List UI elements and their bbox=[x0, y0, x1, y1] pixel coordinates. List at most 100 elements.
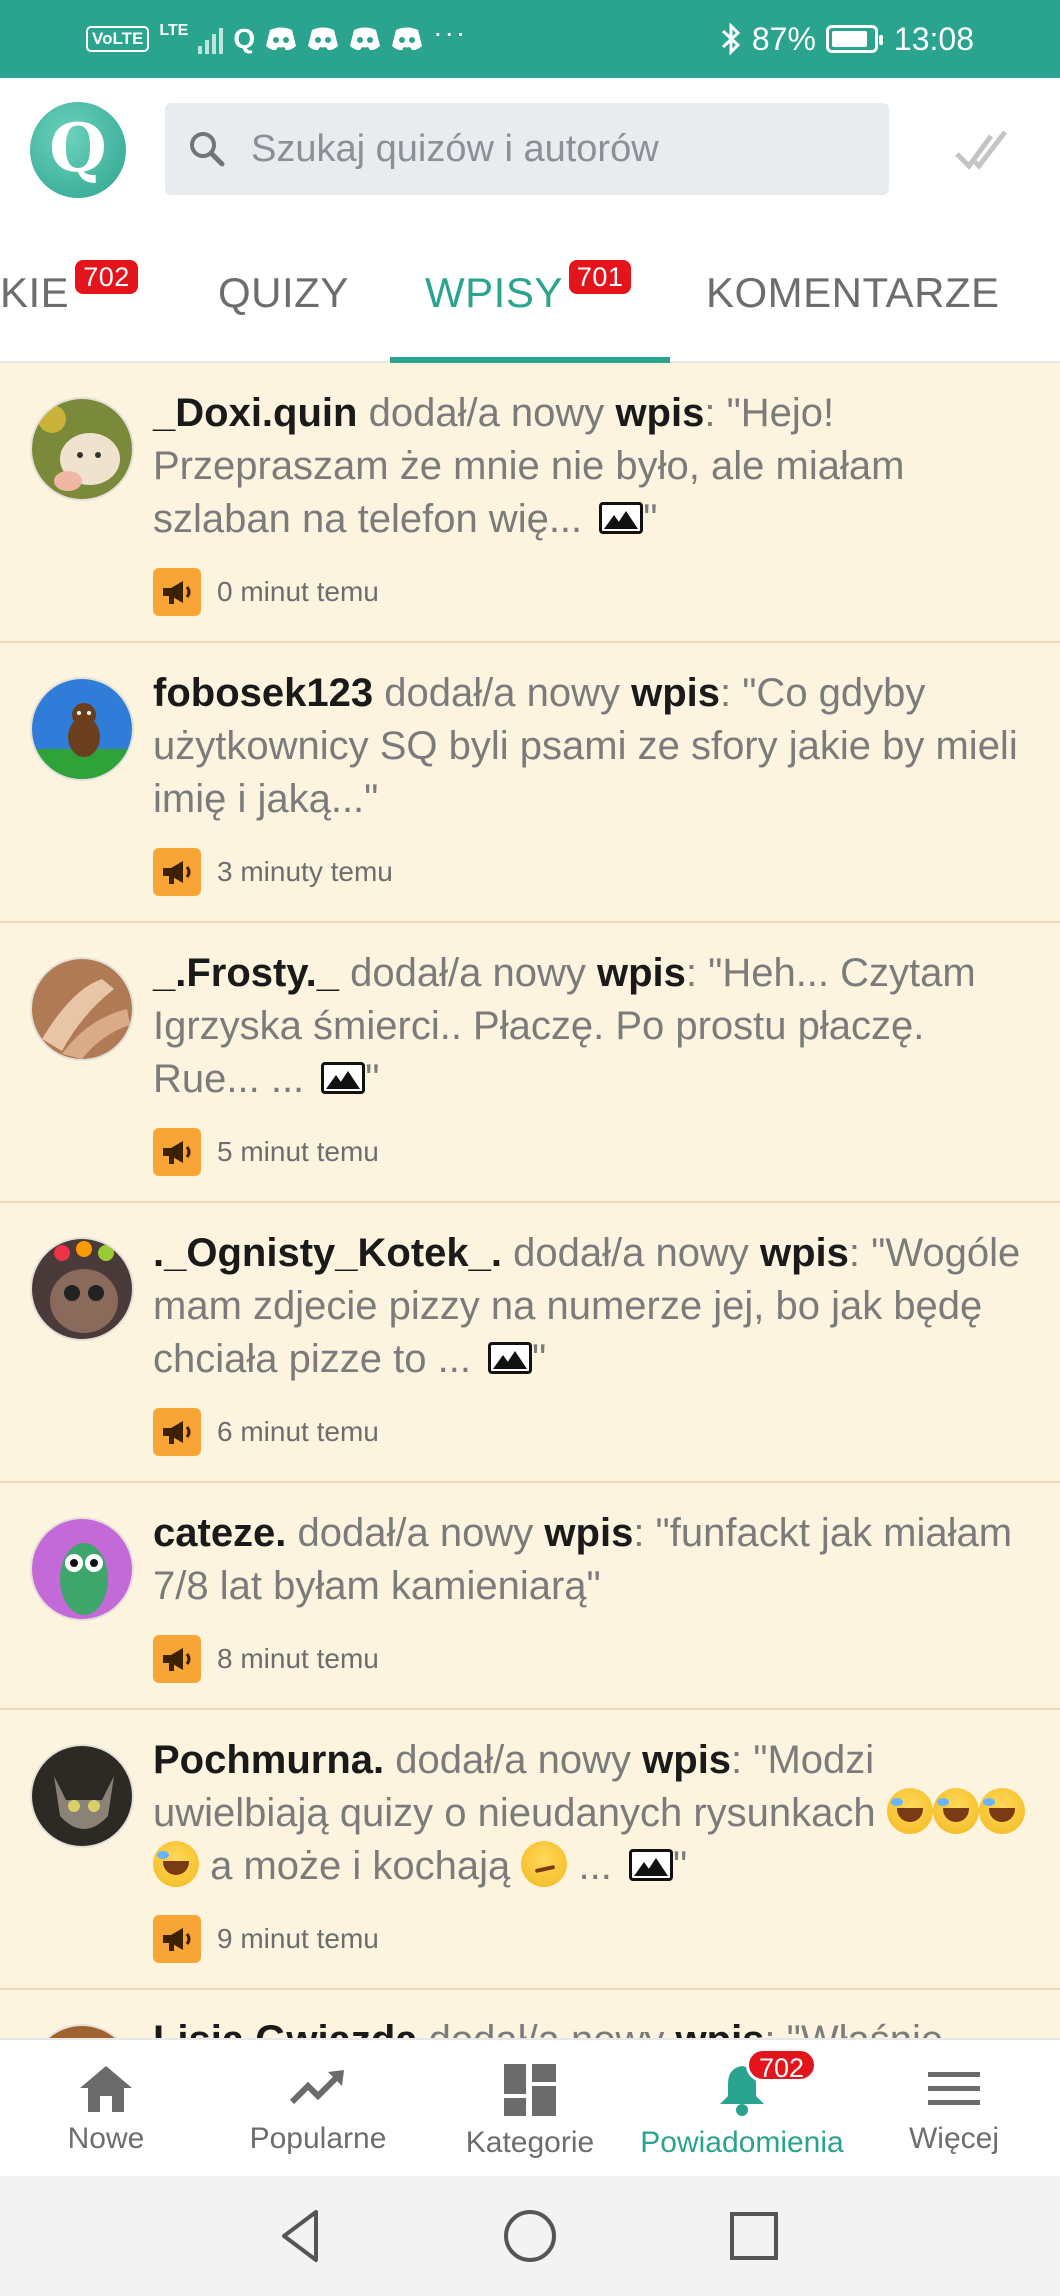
app-logo[interactable]: Q bbox=[30, 102, 126, 198]
search-icon bbox=[190, 132, 225, 167]
app-root: { "status_bar": { "volte": "VoLTE", "net… bbox=[0, 0, 1060, 2296]
avatar[interactable] bbox=[30, 1517, 134, 1621]
app-notification-icon: Q bbox=[233, 23, 256, 54]
bluetooth-icon bbox=[721, 22, 741, 56]
username[interactable]: Lisia Gwiazda bbox=[153, 2018, 418, 2038]
signal-icon bbox=[198, 24, 224, 54]
notification-count-badge: 702 bbox=[746, 2048, 818, 2083]
recents-icon[interactable] bbox=[722, 2204, 786, 2268]
megaphone-icon bbox=[153, 1408, 201, 1456]
notification-tabs: KIE 702 QUIZY WPISY 701 KOMENTARZE bbox=[0, 223, 1060, 363]
discord-icon bbox=[266, 27, 297, 51]
avatar[interactable] bbox=[30, 1744, 134, 1848]
notification-meta: 8 minut temu bbox=[153, 1635, 379, 1683]
rofl-emoji-icon bbox=[153, 1841, 199, 1887]
discord-icon bbox=[350, 27, 381, 51]
username[interactable]: fobosek123 bbox=[153, 671, 373, 715]
search-input[interactable] bbox=[251, 127, 851, 171]
lte-indicator: LTE bbox=[159, 22, 189, 39]
notification-meta: 6 minut temu bbox=[153, 1408, 379, 1456]
notification-item[interactable]: fobosek123 dodał/a nowy wpis: "Co gdyby … bbox=[0, 643, 1060, 923]
notification-text: _Doxi.quin dodał/a nowy wpis: "Hejo! Prz… bbox=[153, 391, 905, 541]
notification-meta: 0 minut temu bbox=[153, 568, 379, 616]
notification-item[interactable]: ._Ognisty_Kotek_. dodał/a nowy wpis: "Wo… bbox=[0, 1203, 1060, 1483]
back-icon[interactable] bbox=[270, 2204, 334, 2268]
timestamp: 5 minut temu bbox=[217, 1136, 379, 1167]
notification-text: _.Frosty._ dodał/a nowy wpis: "Heh... Cz… bbox=[153, 951, 976, 1101]
image-icon bbox=[488, 1342, 533, 1374]
avatar[interactable] bbox=[30, 677, 134, 781]
nav-item-popularne[interactable]: Popularne bbox=[212, 2040, 424, 2178]
avatar[interactable] bbox=[30, 957, 134, 1061]
nav-item-powiadomienia[interactable]: Powiadomienia 702 bbox=[636, 2040, 848, 2178]
battery-percent: 87% bbox=[751, 20, 816, 57]
notification-meta: 5 minut temu bbox=[153, 1128, 379, 1176]
timestamp: 8 minut temu bbox=[217, 1643, 379, 1674]
username[interactable]: _Doxi.quin bbox=[153, 391, 357, 435]
notification-item[interactable]: _.Frosty._ dodał/a nowy wpis: "Heh... Cz… bbox=[0, 923, 1060, 1203]
username[interactable]: _.Frosty._ bbox=[153, 951, 339, 995]
nav-label: Kategorie bbox=[465, 2126, 595, 2159]
megaphone-icon bbox=[153, 568, 201, 616]
notification-text: fobosek123 dodał/a nowy wpis: "Co gdyby … bbox=[153, 671, 1018, 821]
notification-item[interactable]: _Doxi.quin dodał/a nowy wpis: "Hejo! Prz… bbox=[0, 363, 1060, 643]
system-navigation-bar bbox=[0, 2176, 1060, 2296]
clock: 13:08 bbox=[893, 20, 974, 57]
timestamp: 3 minuty temu bbox=[217, 856, 393, 887]
nav-item-nowe[interactable]: Nowe bbox=[0, 2040, 212, 2178]
notification-item[interactable]: Pochmurna. dodał/a nowy wpis: "Modzi uwi… bbox=[0, 1710, 1060, 1990]
rofl-emoji-icon bbox=[932, 1788, 979, 1834]
nav-label: Nowe bbox=[67, 2122, 145, 2155]
nav-label: Więcej bbox=[908, 2122, 999, 2155]
avatar[interactable] bbox=[30, 397, 134, 501]
timestamp: 9 minut temu bbox=[217, 1923, 379, 1954]
app-header: Q bbox=[0, 78, 1060, 223]
home-icon bbox=[80, 2066, 132, 2112]
avatar[interactable] bbox=[30, 1237, 134, 1341]
nav-label: Powiadomienia bbox=[640, 2126, 844, 2159]
menu-icon bbox=[928, 2072, 980, 2105]
timestamp: 6 minut temu bbox=[217, 1416, 379, 1447]
notification-feed[interactable]: _Doxi.quin dodał/a nowy wpis: "Hejo! Prz… bbox=[0, 363, 1060, 2038]
username[interactable]: Pochmurna. bbox=[153, 1738, 384, 1782]
image-icon bbox=[599, 502, 644, 534]
megaphone-icon bbox=[153, 1635, 201, 1683]
more-notifications-icon: ··· bbox=[433, 17, 468, 48]
search-bar[interactable] bbox=[165, 103, 889, 195]
notification-item[interactable]: cateze. dodał/a nowy wpis: "funfackt jak… bbox=[0, 1483, 1060, 1710]
rofl-emoji-icon bbox=[978, 1788, 1025, 1834]
trending-icon bbox=[289, 2070, 344, 2105]
image-icon bbox=[321, 1062, 366, 1094]
notification-meta: 3 minuty temu bbox=[153, 848, 393, 896]
notification-text: Lisia Gwiazda dodał/a nowy wpis: "Właśni… bbox=[153, 2014, 1033, 2038]
tab-likes[interactable]: KIE 702 bbox=[0, 223, 138, 363]
tab-badge: 701 bbox=[568, 260, 632, 294]
notification-meta: 9 minut temu bbox=[153, 1915, 379, 1963]
volte-indicator: VoLTE bbox=[86, 26, 150, 52]
nav-item-wiecej[interactable]: Więcej bbox=[848, 2040, 1060, 2178]
megaphone-icon bbox=[153, 1128, 201, 1176]
username[interactable]: ._Ognisty_Kotek_. bbox=[153, 1231, 502, 1275]
tab-wpisy[interactable]: WPISY 701 bbox=[425, 223, 632, 363]
bottom-navigation: Nowe Popularne Kategorie Powiadomienia 7… bbox=[0, 2038, 1060, 2176]
notification-item[interactable]: Lisia Gwiazda dodał/a nowy wpis: "Właśni… bbox=[0, 1990, 1060, 2038]
nav-item-kategorie[interactable]: Kategorie bbox=[424, 2040, 636, 2178]
megaphone-icon bbox=[153, 1915, 201, 1963]
tab-komentarze[interactable]: KOMENTARZE bbox=[706, 223, 1000, 363]
discord-icon bbox=[392, 27, 423, 51]
mark-all-read-icon[interactable] bbox=[955, 126, 1011, 176]
megaphone-icon bbox=[153, 848, 201, 896]
notification-text: Pochmurna. dodał/a nowy wpis: "Modzi uwi… bbox=[153, 1734, 1033, 1893]
notification-text: ._Ognisty_Kotek_. dodał/a nowy wpis: "Wo… bbox=[153, 1231, 1021, 1381]
image-icon bbox=[628, 1849, 673, 1881]
username[interactable]: cateze. bbox=[153, 1511, 286, 1555]
battery-icon bbox=[825, 25, 883, 53]
tab-quizy[interactable]: QUIZY bbox=[218, 223, 349, 363]
home-circle-icon[interactable] bbox=[498, 2204, 562, 2268]
nav-label: Popularne bbox=[249, 2122, 387, 2155]
avatar[interactable] bbox=[30, 2024, 134, 2038]
discord-icon bbox=[308, 27, 339, 51]
smirk-emoji-icon bbox=[521, 1841, 568, 1887]
timestamp: 0 minut temu bbox=[217, 576, 379, 607]
notification-text: cateze. dodał/a nowy wpis: "funfackt jak… bbox=[153, 1511, 1013, 1608]
